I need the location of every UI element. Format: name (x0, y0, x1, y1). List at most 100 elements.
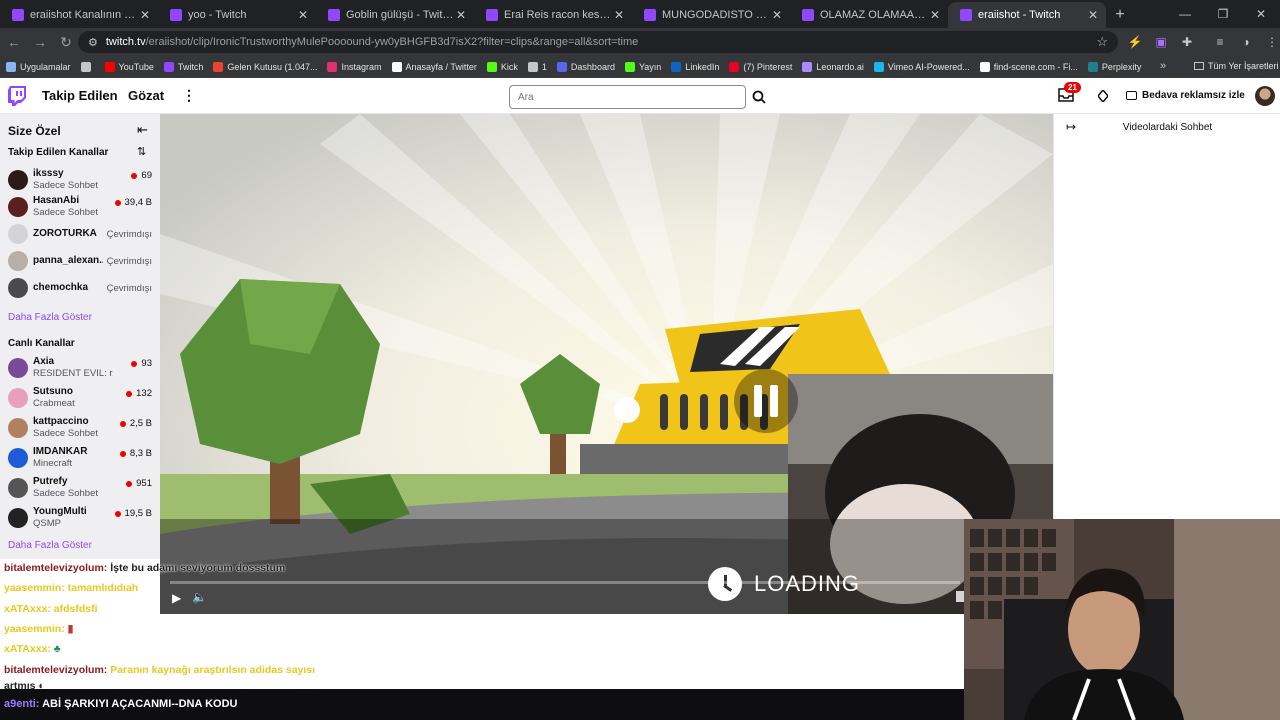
volume-icon[interactable]: 🔈 (192, 590, 207, 604)
bookmark-favicon-icon (1087, 61, 1098, 72)
sidebar-channel-youngmulti[interactable]: YoungMulti QSMP 19,5 B (0, 504, 160, 532)
more-bookmarks-icon[interactable]: » (1160, 60, 1166, 72)
more-menu-icon[interactable]: ⋮ (182, 87, 196, 104)
bookmark-item[interactable] (80, 61, 95, 72)
browser-tab[interactable]: MUNGODADISTO - Twitch✕ (632, 2, 790, 28)
user-avatar[interactable] (1255, 86, 1275, 106)
bookmark-item[interactable]: 1 (527, 61, 547, 72)
search-input[interactable] (509, 85, 746, 109)
bookmark-item[interactable]: Uygulamalar (6, 61, 71, 72)
live-dot-icon (126, 390, 133, 397)
close-tab-icon[interactable]: ✕ (1086, 8, 1100, 22)
sidebar-channel-pannaalexan[interactable]: panna_alexan... Çevrimdışı (0, 247, 160, 275)
bookmark-item[interactable]: Twitch (163, 61, 203, 72)
bookmark-favicon-icon (6, 61, 16, 72)
chat-username: yaasemmin: (4, 582, 65, 594)
browser-tab-active[interactable]: eraiishot - Twitch ✕ (948, 2, 1106, 28)
browser-tab[interactable]: yoo - Twitch ✕ (158, 2, 316, 28)
nav-browse-link[interactable]: Gözat (128, 88, 164, 103)
bookmark-item[interactable]: LinkedIn (671, 61, 719, 72)
close-tab-icon[interactable]: ✕ (612, 8, 626, 22)
bookmark-favicon-icon (624, 61, 635, 72)
channel-category: Sadece Sohbet (33, 207, 98, 218)
channel-avatar (8, 278, 28, 298)
browser-tab[interactable]: eraiishot Kanalının Videoları - T✕ (0, 2, 158, 28)
play-icon[interactable]: ▶ (172, 591, 181, 605)
browser-tab[interactable]: Erai Reis racon kesiyor - Twitch✕ (474, 2, 632, 28)
bookmark-item[interactable]: Perplexity (1087, 61, 1141, 72)
forward-icon[interactable]: → (28, 30, 52, 54)
sidebar-channel-imdankar[interactable]: IMDANKAR Minecraft 8,3 B (0, 444, 160, 472)
streamer-webcam (964, 519, 1280, 720)
bookmark-item[interactable]: Leonardo.ai (802, 61, 864, 72)
sidebar-channel-hasanabi[interactable]: HasanAbi Sadece Sohbet 39,4 B (0, 193, 160, 221)
bookmark-item[interactable]: Anasayfa / Twitter (391, 61, 477, 72)
new-tab-icon[interactable]: + (1106, 2, 1134, 28)
puzzle-icon[interactable]: ✚ (1175, 30, 1199, 54)
sidebar-channel-iksssy[interactable]: iksssy Sadece Sohbet 69 (0, 166, 160, 194)
minimize-icon[interactable]: — (1166, 0, 1204, 28)
bookmark-item[interactable]: Kick (486, 61, 518, 72)
sidebar-channel-kattpaccino[interactable]: kattpaccino Sadece Sohbet 2,5 B (0, 414, 160, 442)
sort-icon[interactable]: ⇅ (137, 145, 146, 158)
close-window-icon[interactable]: ✕ (1242, 0, 1280, 28)
channel-avatar (8, 358, 28, 378)
bookmark-star-icon[interactable]: ☆ (1096, 34, 1108, 50)
collapse-sidebar-icon[interactable]: ⇤ (137, 122, 148, 138)
bookmark-item[interactable]: Yayın (624, 61, 661, 72)
nav-following-link[interactable]: Takip Edilen (42, 88, 118, 103)
drops-icon[interactable] (1098, 90, 1108, 102)
search-button[interactable] (748, 85, 770, 109)
chat-username: bitalemtelevizyolum: (4, 664, 108, 676)
sidebar-channel-axia[interactable]: Axia RESIDENT EVIL: r... 93 (0, 354, 160, 382)
pause-overlay-icon[interactable] (734, 369, 798, 433)
close-tab-icon[interactable]: ✕ (770, 8, 784, 22)
show-more-followed-link[interactable]: Daha Fazla Göster (8, 312, 92, 323)
viewer-count: 8,3 B (119, 448, 152, 459)
live-dot-icon (119, 450, 126, 457)
bookmark-item[interactable]: YouTube (104, 61, 154, 72)
site-info-icon[interactable]: ⚙ (88, 36, 98, 49)
chat-message: bitalemtelevizyolum: İşte bu adamı seviy… (4, 562, 285, 574)
back-icon[interactable]: ← (2, 30, 26, 54)
video-chat-panel: ↦ Videolardaki Sohbet (1053, 114, 1280, 519)
reload-icon[interactable]: ↻ (54, 30, 78, 54)
all-bookmarks-folder[interactable]: Tüm Yer İşaretleri (1194, 61, 1279, 71)
seek-bar[interactable] (170, 581, 960, 584)
live-dot-icon (114, 510, 121, 517)
bookmark-favicon-icon (391, 61, 402, 72)
address-bar[interactable]: ⚙ twitch.tv/eraiishot/clip/IronicTrustwo… (78, 31, 1118, 53)
twitch-logo-icon[interactable] (8, 86, 26, 106)
sidebar-channel-sutsuno[interactable]: Sutsuno Crabmeat 132 (0, 384, 160, 412)
close-tab-icon[interactable]: ✕ (454, 8, 468, 22)
media-control-icon[interactable]: ≡ (1208, 30, 1232, 54)
browser-tab[interactable]: OLAMAZ OLAMAAZZZZ - Twit✕ (790, 2, 948, 28)
chat-message: bitalemtelevizyolum: Paranın kaynağı ara… (4, 664, 315, 676)
bookmark-item[interactable]: Gelen Kutusu (1.047... (213, 61, 317, 72)
sidebar-channel-zoroturka[interactable]: ZOROTURKA Çevrimdışı (0, 220, 160, 248)
extension-icon[interactable]: ⚡ (1123, 30, 1147, 54)
browser-tab[interactable]: Goblin gülüşü - Twitch ✕ (316, 2, 474, 28)
channel-avatar (8, 251, 28, 271)
viewer-count: 2,5 B (119, 418, 152, 429)
close-tab-icon[interactable]: ✕ (296, 8, 310, 22)
bookmark-item[interactable]: Dashboard (556, 61, 615, 72)
sidebar-channel-chemochka[interactable]: chemochka Çevrimdışı (0, 274, 160, 302)
close-tab-icon[interactable]: ✕ (138, 8, 152, 22)
restore-icon[interactable]: ❐ (1204, 0, 1242, 28)
adfree-button[interactable]: Bedava reklamsız izle (1126, 90, 1245, 101)
bookmark-item[interactable]: Vimeo AI-Powered... (873, 61, 970, 72)
bookmark-favicon-icon (486, 61, 497, 72)
bookmark-item[interactable]: Instagram (327, 61, 382, 72)
bookmark-item[interactable]: (7) Pinterest (729, 61, 792, 72)
profile-icon[interactable]: ◑ (1234, 30, 1258, 54)
clip-video-player[interactable]: LOADING (160, 114, 1053, 614)
twitch-extension-icon[interactable]: ▣ (1149, 30, 1173, 54)
sidebar-channel-putrefy[interactable]: Putrefy Sadece Sohbet 951 (0, 474, 160, 502)
bookmark-item[interactable]: find-scene.com - Fi... (979, 61, 1078, 72)
close-tab-icon[interactable]: ✕ (928, 8, 942, 22)
show-more-live-link[interactable]: Daha Fazla Göster (8, 540, 92, 551)
channel-name: panna_alexan... (33, 255, 103, 266)
viewer-count: 19,5 B (114, 508, 152, 519)
menu-icon[interactable]: ⋮ (1260, 30, 1280, 54)
